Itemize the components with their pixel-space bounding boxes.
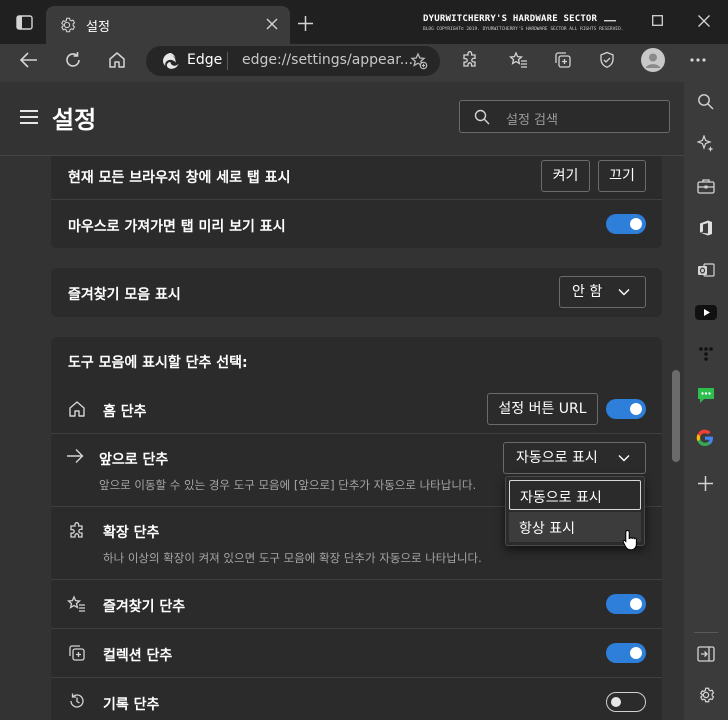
sparkle-icon[interactable] <box>697 135 715 153</box>
history-button-label: 기록 단추 <box>103 697 160 713</box>
back-icon[interactable] <box>20 52 38 68</box>
collections-icon[interactable] <box>554 51 572 69</box>
history-icon <box>68 692 86 710</box>
google-icon[interactable] <box>696 429 714 447</box>
favorites-button-toggle[interactable] <box>606 594 646 614</box>
extensions-icon[interactable] <box>461 51 479 69</box>
hide-sidebar-icon[interactable] <box>697 646 715 662</box>
favorites-bar-label: 즐겨찾기 모음 표시 <box>68 287 181 303</box>
extensions-button-label: 확장 단추 <box>103 525 160 541</box>
add-favorite-icon[interactable] <box>410 52 428 70</box>
vertical-tabs-label: 현재 모든 브라우저 창에 세로 탭 표시 <box>68 170 291 186</box>
dropdown-option-label: 자동으로 표시 <box>520 490 602 506</box>
edge-logo-icon <box>162 52 180 70</box>
arrow-right-icon <box>66 448 84 464</box>
search-icon <box>474 109 490 125</box>
favorites-icon[interactable] <box>509 51 528 69</box>
favorites-button-label: 즐겨찾기 단추 <box>103 599 186 615</box>
dropdown-option-auto[interactable]: 자동으로 표시 <box>509 480 641 510</box>
home-button-label: 홈 단추 <box>103 404 147 420</box>
row-divider <box>51 433 662 434</box>
address-bar[interactable]: Edge edge://settings/appear... <box>146 46 440 76</box>
collections-button-label: 컬렉션 단추 <box>103 648 173 664</box>
refresh-icon[interactable] <box>64 51 82 69</box>
menu-icon[interactable] <box>20 110 38 124</box>
row-divider <box>51 677 662 678</box>
forward-desc-clip: 앞으로 이동할 수 있는 경우 도구 모음에 [앞으로] 단추가 자동으로 나타… <box>99 477 506 495</box>
hand-cursor-icon <box>622 529 640 551</box>
url-text[interactable]: edge://settings/appear... <box>242 52 413 68</box>
vertical-tabs-off-button[interactable]: 끄기 <box>598 160 646 192</box>
home-button-toggle[interactable] <box>606 399 646 419</box>
side-panel-divider <box>694 632 718 633</box>
settings-search-input[interactable]: 설정 검색 <box>459 100 670 133</box>
profile-avatar[interactable] <box>641 48 665 72</box>
edge-label: Edge <box>187 52 223 68</box>
customize-gear-icon[interactable] <box>697 686 715 704</box>
forward-button-desc: 앞으로 이동할 수 있는 경우 도구 모음에 [앞으로] 단추가 자동으로 나타… <box>99 478 477 492</box>
extensions-icon <box>68 522 86 540</box>
address-separator <box>227 52 228 70</box>
maximize-icon[interactable] <box>652 15 663 26</box>
forward-button-label: 앞으로 단추 <box>99 452 169 468</box>
page-title: 설정 <box>52 106 97 134</box>
youtube-icon[interactable] <box>695 305 717 320</box>
tab-preview-label: 마우스로 가져가면 탭 미리 보기 표시 <box>68 219 286 235</box>
watermark-title: DYURWITCHERRY'S HARDWARE SECTOR <box>423 14 598 24</box>
toolbox-icon[interactable] <box>697 178 715 194</box>
collections-icon <box>68 644 86 662</box>
set-url-button[interactable]: 설정 버튼 URL <box>487 393 598 425</box>
search-placeholder: 설정 검색 <box>506 113 558 128</box>
dropdown-option-label: 항상 표시 <box>519 521 575 537</box>
forward-button-select[interactable]: 자동으로 표시 <box>503 442 646 474</box>
tab-actions-icon[interactable] <box>16 14 33 31</box>
minimize-icon[interactable] <box>604 20 616 22</box>
add-icon[interactable] <box>698 476 713 491</box>
row-divider <box>51 579 662 580</box>
forward-button-value: 자동으로 표시 <box>516 450 598 466</box>
chevron-down-icon <box>618 288 630 296</box>
favorites-bar-select[interactable]: 안 함 <box>559 276 646 308</box>
collections-button-toggle[interactable] <box>606 643 646 663</box>
side-panel <box>684 82 728 720</box>
vertical-tabs-on-button[interactable]: 켜기 <box>541 160 590 192</box>
browser-essentials-icon[interactable] <box>598 51 616 69</box>
close-window-icon[interactable] <box>698 15 710 27</box>
messenger-icon[interactable] <box>696 387 716 405</box>
home-icon[interactable] <box>108 51 126 69</box>
more-options-icon[interactable] <box>690 58 706 62</box>
watermark-subtitle: BLOG COPYRIGHT© 2019. DYURWITCHERRY'S HA… <box>423 27 624 32</box>
outlook-icon[interactable] <box>697 261 715 279</box>
tab-preview-toggle[interactable] <box>606 214 646 234</box>
home-icon <box>68 400 86 418</box>
tab-settings[interactable]: 설정 <box>46 6 290 44</box>
new-tab-icon[interactable] <box>298 16 313 31</box>
office-icon[interactable] <box>697 219 715 237</box>
search-icon[interactable] <box>697 93 714 110</box>
games-icon[interactable] <box>698 346 714 362</box>
row-divider <box>51 199 662 200</box>
chevron-down-icon <box>618 454 630 462</box>
scrollbar-thumb[interactable] <box>672 370 680 462</box>
tab-title: 설정 <box>86 20 110 35</box>
extensions-button-desc: 하나 이상의 확장이 켜져 있으면 도구 모음에 확장 단추가 자동으로 나타납… <box>103 551 482 565</box>
close-tab-icon[interactable] <box>266 18 278 30</box>
row-divider <box>51 628 662 629</box>
history-button-toggle[interactable] <box>606 692 646 712</box>
toolbar-buttons-heading: 도구 모음에 표시할 단추 선택: <box>68 355 248 371</box>
gear-icon <box>58 16 76 34</box>
favorites-bar-value: 안 함 <box>572 284 603 300</box>
favorites-icon <box>67 595 86 613</box>
